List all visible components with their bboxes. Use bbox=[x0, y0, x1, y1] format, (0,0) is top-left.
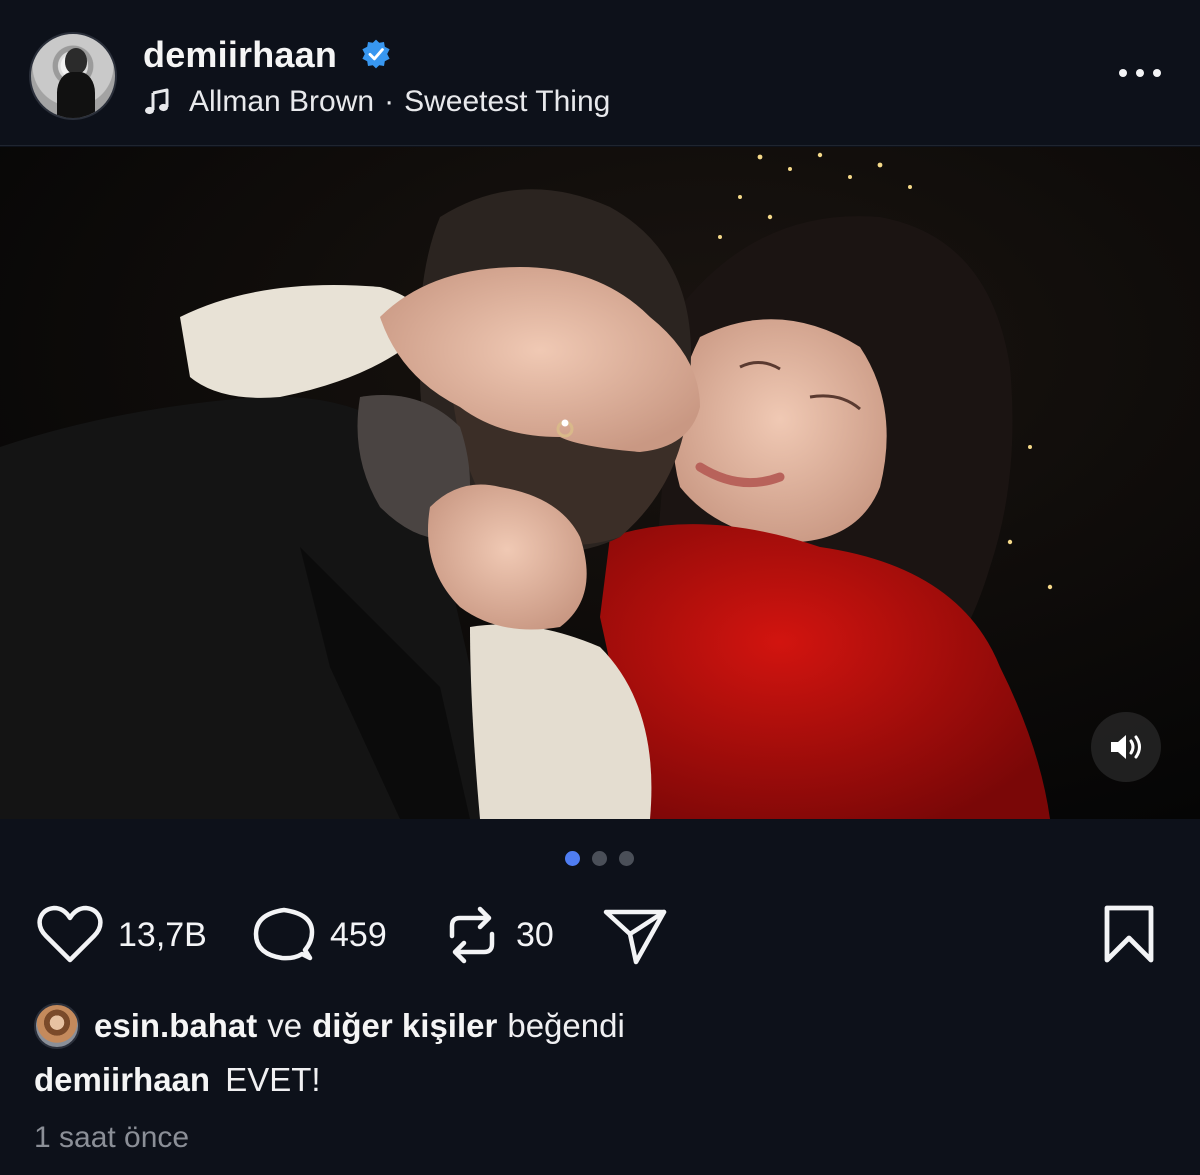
post-timestamp: 1 saat önce bbox=[34, 1121, 190, 1154]
share-icon bbox=[603, 909, 667, 965]
carousel-dot-active[interactable] bbox=[565, 851, 580, 866]
carousel-indicator bbox=[565, 851, 634, 866]
caption-username[interactable]: demiirhaan bbox=[34, 1061, 210, 1098]
music-artist: Allman Brown bbox=[189, 85, 375, 118]
post-photo[interactable] bbox=[0, 147, 1200, 819]
comment-icon bbox=[253, 907, 315, 961]
liked-by-others[interactable]: diğer kişiler bbox=[312, 1007, 497, 1045]
repost-button[interactable]: 30 bbox=[442, 900, 554, 970]
carousel-dot[interactable] bbox=[619, 851, 634, 866]
music-separator: · bbox=[384, 85, 395, 118]
profile-avatar[interactable] bbox=[29, 32, 117, 120]
more-options-icon[interactable] bbox=[1115, 58, 1165, 88]
liker-avatar[interactable] bbox=[34, 1003, 80, 1049]
like-button[interactable]: 13,7B bbox=[36, 900, 207, 970]
music-note-icon bbox=[145, 88, 169, 115]
like-count: 13,7B bbox=[118, 915, 207, 954]
bookmark-icon[interactable] bbox=[1102, 904, 1156, 964]
sound-toggle-button[interactable] bbox=[1091, 712, 1161, 782]
share-button[interactable] bbox=[602, 900, 668, 970]
liker-username[interactable]: esin.bahat bbox=[94, 1007, 257, 1045]
music-track: Sweetest Thing bbox=[404, 85, 611, 118]
caption-text: EVET! bbox=[225, 1061, 321, 1098]
repost-count: 30 bbox=[516, 915, 554, 954]
music-info[interactable]: Allman Brown · Sweetest Thing bbox=[143, 82, 610, 122]
comment-button[interactable]: 459 bbox=[252, 900, 387, 970]
post-card: demiirhaan Allman Brown · Sweetest Thing bbox=[0, 0, 1200, 1175]
action-bar: 13,7B 459 30 bbox=[36, 900, 1166, 970]
verified-badge-icon bbox=[362, 39, 390, 69]
repost-icon bbox=[449, 906, 495, 964]
carousel-dot[interactable] bbox=[592, 851, 607, 866]
heart-icon bbox=[37, 905, 103, 963]
liked-by-connector: ve bbox=[267, 1007, 303, 1044]
liked-by-row: esin.bahat ve diğer kişiler beğendi bbox=[34, 1003, 625, 1049]
liked-by-suffix: beğendi bbox=[507, 1007, 625, 1044]
caption: demiirhaan EVET! bbox=[34, 1061, 321, 1099]
comment-count: 459 bbox=[330, 915, 387, 954]
sound-icon bbox=[1111, 735, 1141, 759]
photo-illustration bbox=[0, 147, 1200, 819]
username[interactable]: demiirhaan bbox=[143, 34, 337, 76]
post-header: demiirhaan Allman Brown · Sweetest Thing bbox=[0, 0, 1200, 146]
